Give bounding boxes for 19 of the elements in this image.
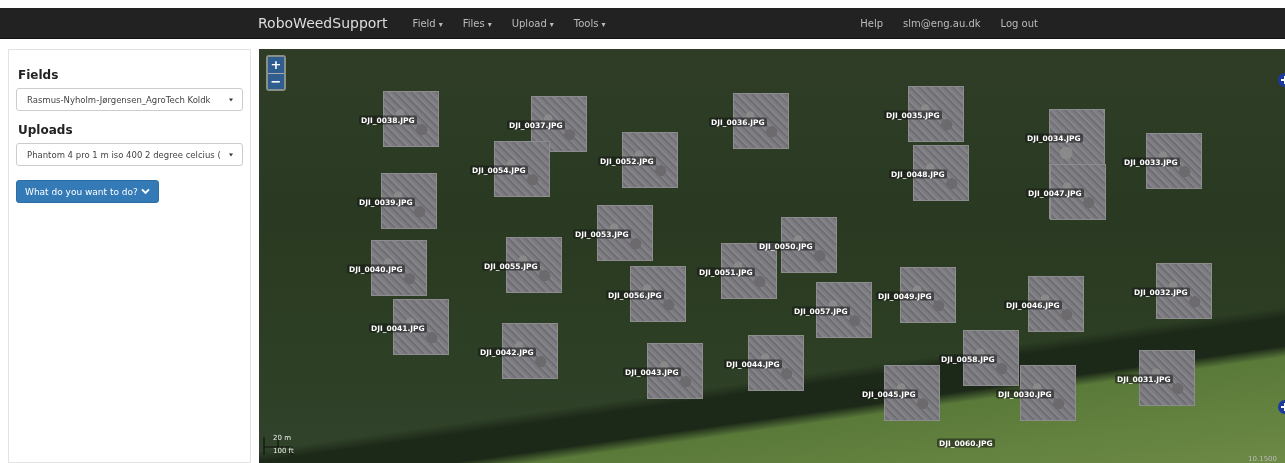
nav-link[interactable]: Help [850, 17, 894, 29]
brand-link[interactable]: RoboWeedSupport [243, 15, 403, 31]
nav-link[interactable]: Log out [990, 17, 1048, 29]
action-dropdown-button[interactable]: What do you want to do? [16, 180, 159, 203]
menu-dropdown[interactable]: Field ▾ [402, 17, 453, 29]
fields-heading: Fields [18, 68, 59, 82]
field-select[interactable]: Rasmus-Nyholm-Jørgensen_AgroTech Koldk [16, 88, 243, 111]
menu-dropdown[interactable]: Upload ▾ [501, 17, 564, 29]
menu-dropdown[interactable]: Files ▾ [452, 17, 502, 29]
nav-link[interactable]: slm@eng.au.dk [893, 17, 991, 29]
caret-icon [228, 152, 234, 157]
uploads-heading: Uploads [18, 123, 73, 137]
chevron-down-icon [140, 188, 150, 195]
menu-dropdown[interactable]: Tools ▾ [563, 17, 616, 29]
upload-select[interactable]: Phantom 4 pro 1 m iso 400 2 degree celcius ( [16, 143, 243, 166]
caret-icon [228, 97, 234, 102]
zoom-in-button[interactable]: + [268, 57, 284, 73]
zoom-out-button[interactable]: − [268, 73, 284, 89]
scale-bar-icon [263, 436, 293, 456]
